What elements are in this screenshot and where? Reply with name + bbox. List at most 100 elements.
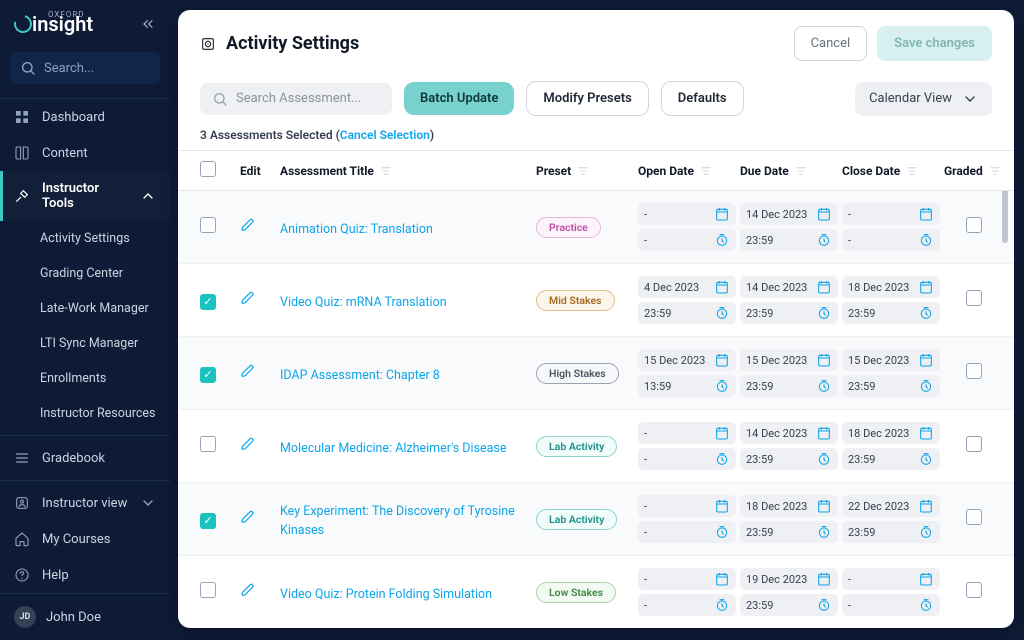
row-checkbox[interactable] bbox=[200, 294, 216, 310]
preset-badge: Lab Activity bbox=[536, 436, 617, 457]
due-cell: 14 Dec 2023 23:59 bbox=[740, 276, 838, 324]
close-date[interactable]: 18 Dec 2023 bbox=[842, 276, 940, 298]
assessment-title-link[interactable]: Animation Quiz: Translation bbox=[280, 222, 433, 237]
col-open-date[interactable]: Open Date bbox=[638, 163, 736, 179]
due-date[interactable]: 14 Dec 2023 bbox=[740, 422, 838, 444]
nav-late-work-manager[interactable]: Late-Work Manager bbox=[0, 291, 170, 326]
cancel-selection-link[interactable]: Cancel Selection bbox=[340, 128, 430, 142]
due-time[interactable]: 23:59 bbox=[740, 521, 838, 543]
close-time[interactable]: 23:59 bbox=[842, 521, 940, 543]
edit-icon[interactable] bbox=[240, 290, 256, 306]
close-date[interactable]: - bbox=[842, 568, 940, 590]
row-checkbox[interactable] bbox=[200, 217, 216, 233]
row-checkbox[interactable] bbox=[200, 436, 216, 452]
open-time[interactable]: 13:59 bbox=[638, 375, 736, 397]
close-time[interactable]: 23:59 bbox=[842, 375, 940, 397]
close-date[interactable]: 18 Dec 2023 bbox=[842, 422, 940, 444]
close-time[interactable]: - bbox=[842, 594, 940, 616]
open-date[interactable]: 15 Dec 2023 bbox=[638, 349, 736, 371]
due-date[interactable]: 14 Dec 2023 bbox=[740, 276, 838, 298]
due-date[interactable]: 19 Dec 2023 bbox=[740, 568, 838, 590]
selection-suffix: ) bbox=[430, 128, 434, 142]
row-checkbox[interactable] bbox=[200, 367, 216, 383]
nav-help[interactable]: Help bbox=[0, 557, 170, 593]
due-time[interactable]: 23:59 bbox=[740, 375, 838, 397]
col-graded[interactable]: Graded bbox=[944, 163, 1004, 179]
edit-icon[interactable] bbox=[240, 509, 256, 525]
nav-content[interactable]: Content bbox=[0, 135, 170, 171]
graded-checkbox[interactable] bbox=[966, 436, 982, 452]
due-date[interactable]: 14 Dec 2023 bbox=[740, 203, 838, 225]
assessment-title-link[interactable]: Video Quiz: mRNA Translation bbox=[280, 295, 447, 310]
sidebar-search-input[interactable] bbox=[44, 61, 150, 76]
nav-my-courses[interactable]: My Courses bbox=[0, 521, 170, 557]
col-assessment-title[interactable]: Assessment Title bbox=[280, 163, 532, 179]
view-switcher[interactable]: Calendar View bbox=[855, 82, 992, 116]
nav-gradebook[interactable]: Gradebook bbox=[0, 440, 170, 476]
col-due-date[interactable]: Due Date bbox=[740, 163, 838, 179]
sidebar-search[interactable] bbox=[10, 52, 160, 84]
assessment-search[interactable] bbox=[200, 83, 392, 115]
preset-badge: Mid Stakes bbox=[536, 290, 615, 311]
assessment-search-input[interactable] bbox=[236, 91, 380, 106]
open-time[interactable]: - bbox=[638, 229, 736, 251]
nav-instructor-resources[interactable]: Instructor Resources bbox=[0, 396, 170, 431]
graded-checkbox[interactable] bbox=[966, 290, 982, 306]
open-time[interactable]: - bbox=[638, 448, 736, 470]
assessment-title-link[interactable]: Key Experiment: The Discovery of Tyrosin… bbox=[280, 504, 515, 538]
nav-instructor-view[interactable]: Instructor view bbox=[0, 485, 170, 521]
assessment-title-link[interactable]: IDAP Assessment: Chapter 8 bbox=[280, 368, 440, 383]
col-edit: Edit bbox=[240, 164, 276, 178]
batch-update-button[interactable]: Batch Update bbox=[404, 82, 514, 115]
graded-checkbox[interactable] bbox=[966, 363, 982, 379]
open-date[interactable]: - bbox=[638, 495, 736, 517]
row-checkbox[interactable] bbox=[200, 513, 216, 529]
nav-lti-sync-manager[interactable]: LTI Sync Manager bbox=[0, 326, 170, 361]
due-time[interactable]: 23:59 bbox=[740, 594, 838, 616]
open-time[interactable]: - bbox=[638, 594, 736, 616]
modify-presets-button[interactable]: Modify Presets bbox=[526, 81, 648, 116]
nav-grading-center[interactable]: Grading Center bbox=[0, 256, 170, 291]
open-time[interactable]: 23:59 bbox=[638, 302, 736, 324]
nav-enrollments[interactable]: Enrollments bbox=[0, 361, 170, 396]
open-date[interactable]: 4 Dec 2023 bbox=[638, 276, 736, 298]
col-preset[interactable]: Preset bbox=[536, 163, 634, 179]
assessment-title-link[interactable]: Molecular Medicine: Alzheimer's Disease bbox=[280, 441, 507, 456]
graded-checkbox[interactable] bbox=[966, 509, 982, 525]
user-row[interactable]: JD John Doe bbox=[0, 593, 170, 640]
close-date[interactable]: 22 Dec 2023 bbox=[842, 495, 940, 517]
close-date[interactable]: - bbox=[842, 203, 940, 225]
due-time[interactable]: 23:59 bbox=[740, 448, 838, 470]
due-time[interactable]: 23:59 bbox=[740, 302, 838, 324]
due-cell: 14 Dec 2023 23:59 bbox=[740, 422, 838, 470]
edit-icon[interactable] bbox=[240, 217, 256, 233]
close-time[interactable]: 23:59 bbox=[842, 448, 940, 470]
save-changes-button[interactable]: Save changes bbox=[877, 26, 992, 61]
row-checkbox[interactable] bbox=[200, 582, 216, 598]
edit-icon[interactable] bbox=[240, 436, 256, 452]
nav-activity-settings[interactable]: Activity Settings bbox=[0, 221, 170, 256]
edit-icon[interactable] bbox=[240, 582, 256, 598]
open-date[interactable]: - bbox=[638, 422, 736, 444]
select-all-checkbox[interactable] bbox=[200, 161, 216, 177]
graded-checkbox[interactable] bbox=[966, 582, 982, 598]
col-close-date[interactable]: Close Date bbox=[842, 163, 940, 179]
cancel-button[interactable]: Cancel bbox=[794, 26, 868, 61]
close-date[interactable]: 15 Dec 2023 bbox=[842, 349, 940, 371]
graded-checkbox[interactable] bbox=[966, 217, 982, 233]
collapse-sidebar-icon[interactable] bbox=[140, 16, 156, 32]
defaults-button[interactable]: Defaults bbox=[661, 81, 744, 116]
nav-instructor-tools[interactable]: Instructor Tools bbox=[0, 171, 170, 221]
close-time[interactable]: - bbox=[842, 229, 940, 251]
due-time[interactable]: 23:59 bbox=[740, 229, 838, 251]
assessment-title-link[interactable]: Video Quiz: Protein Folding Simulation bbox=[280, 587, 492, 602]
due-date[interactable]: 15 Dec 2023 bbox=[740, 349, 838, 371]
close-time[interactable]: 23:59 bbox=[842, 302, 940, 324]
open-date[interactable]: - bbox=[638, 203, 736, 225]
edit-icon[interactable] bbox=[240, 363, 256, 379]
nav-dashboard[interactable]: Dashboard bbox=[0, 99, 170, 135]
open-date[interactable]: - bbox=[638, 568, 736, 590]
due-date[interactable]: 18 Dec 2023 bbox=[740, 495, 838, 517]
open-time[interactable]: - bbox=[638, 521, 736, 543]
scrollbar[interactable] bbox=[1002, 151, 1010, 628]
